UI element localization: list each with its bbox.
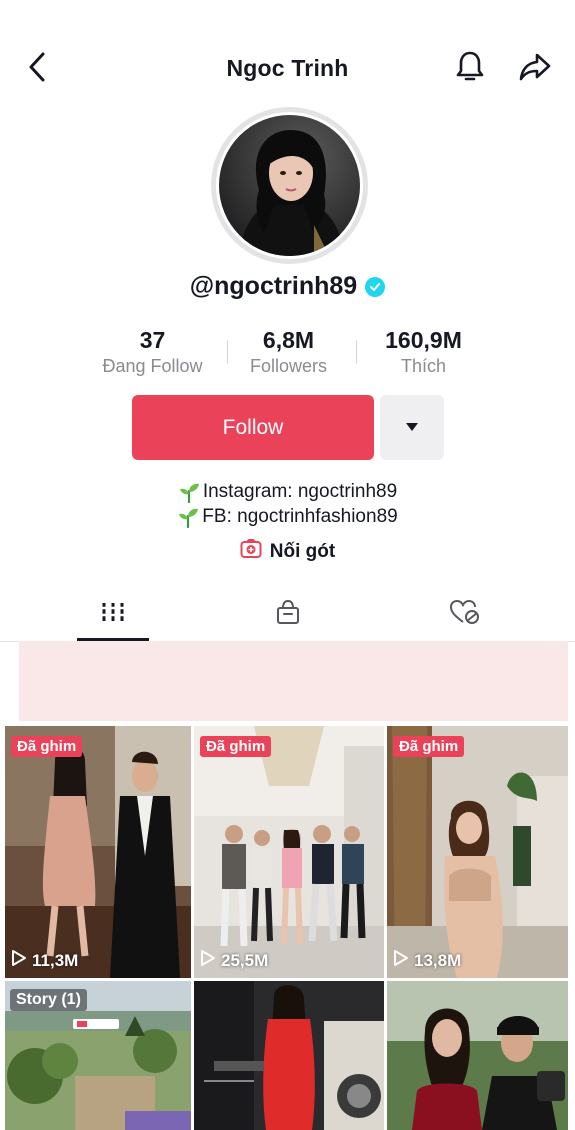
notification-button[interactable] xyxy=(452,50,488,88)
play-icon xyxy=(11,949,27,972)
video-grid: Đã ghim 11,3M Đã ghim 25,5M Đã ghim 13,8… xyxy=(5,726,568,1130)
share-icon xyxy=(518,52,552,87)
caret-down-icon xyxy=(405,419,419,437)
seedling-icon xyxy=(177,506,199,528)
username: @ngoctrinh89 xyxy=(189,272,358,300)
video-thumbnail[interactable]: Đã ghim 11,3M xyxy=(5,726,191,978)
share-button[interactable] xyxy=(516,50,554,88)
video-thumbnail[interactable]: Story (1) xyxy=(5,981,191,1130)
tab-videos[interactable] xyxy=(78,594,148,634)
stat-divider xyxy=(227,340,228,364)
video-thumbnail[interactable]: Đã ghim 13,8M xyxy=(387,726,568,978)
play-icon xyxy=(200,949,216,972)
suggested-accounts-button[interactable] xyxy=(380,395,444,460)
bio-line: FB: ngoctrinhfashion89 xyxy=(0,504,575,529)
bio-text: FB: ngoctrinhfashion89 xyxy=(202,506,398,527)
stat-likes-value: 160,9M xyxy=(385,327,462,353)
stat-likes-label: Thích xyxy=(400,356,447,376)
page-title: Ngoc Trinh xyxy=(226,55,349,81)
duet-link[interactable]: Nối gót xyxy=(0,539,575,565)
duet-link-label: Nối gót xyxy=(269,541,336,562)
shopping-bag-icon xyxy=(275,599,301,630)
stat-following-value: 37 xyxy=(139,327,166,353)
stat-followers[interactable]: 6,8M Followers xyxy=(235,326,342,378)
verified-badge-icon xyxy=(365,276,386,297)
username-row: @ngoctrinh89 xyxy=(0,272,575,301)
tab-liked[interactable] xyxy=(430,594,500,634)
video-thumbnail[interactable] xyxy=(194,981,384,1130)
pinned-badge: Đã ghim xyxy=(11,736,83,757)
content-tabs xyxy=(0,588,575,643)
stat-divider xyxy=(356,340,357,364)
grid-icon xyxy=(100,600,126,629)
pinned-badge: Đã ghim xyxy=(200,736,272,757)
bell-icon xyxy=(455,50,485,89)
bio: Instagram: ngoctrinh89 FB: ngoctrinhfash… xyxy=(0,479,575,529)
story-badge: Story (1) xyxy=(10,989,87,1011)
view-count: 11,3M xyxy=(11,949,78,972)
plus-square-icon xyxy=(240,539,262,565)
stat-likes: 160,9M Thích xyxy=(365,326,482,378)
video-thumbnail[interactable] xyxy=(387,981,568,1130)
profile-stats: 37 Đang Follow 6,8M Followers 160,9M Thí… xyxy=(85,326,490,381)
view-count-value: 25,5M xyxy=(221,950,269,970)
tab-shop[interactable] xyxy=(253,594,323,634)
follow-button[interactable]: Follow xyxy=(132,395,374,460)
avatar-ring[interactable] xyxy=(211,107,368,264)
view-count-value: 13,8M xyxy=(414,950,462,970)
view-count: 13,8M xyxy=(393,949,461,972)
view-count: 25,5M xyxy=(200,949,268,972)
bio-text: Instagram: ngoctrinh89 xyxy=(202,481,398,502)
promo-banner[interactable] xyxy=(19,641,568,721)
video-thumbnail[interactable]: Đã ghim 25,5M xyxy=(194,726,384,978)
view-count-value: 11,3M xyxy=(32,950,79,970)
stat-followers-value: 6,8M xyxy=(262,327,315,353)
play-icon xyxy=(393,949,409,972)
stat-followers-label: Followers xyxy=(249,356,328,376)
stat-following[interactable]: 37 Đang Follow xyxy=(85,326,220,378)
hidden-heart-icon xyxy=(449,599,481,630)
bio-line: Instagram: ngoctrinh89 xyxy=(0,479,575,504)
pinned-badge: Đã ghim xyxy=(393,736,465,757)
avatar xyxy=(216,112,363,259)
seedling-icon xyxy=(178,481,200,503)
stat-following-label: Đang Follow xyxy=(102,356,203,376)
